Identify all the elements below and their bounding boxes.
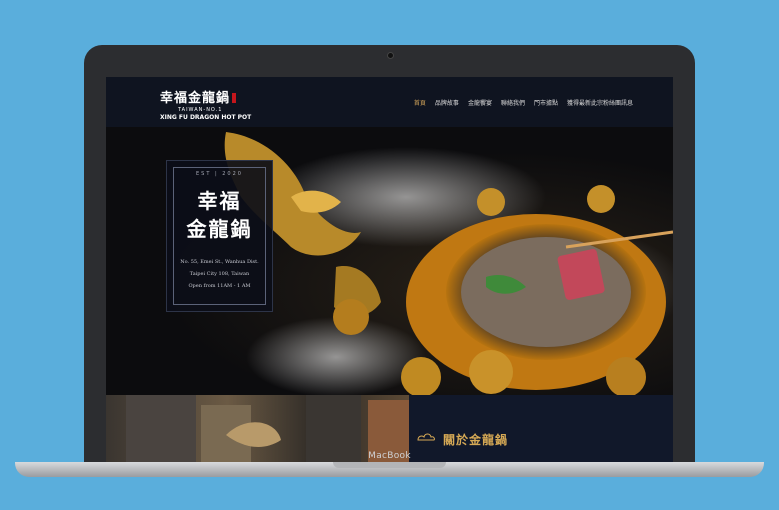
logo-chinese: 幸福金龍鍋 <box>160 91 231 106</box>
hero-banner: EST | 2020 幸福 金龍鍋 No. 55, Emei St., Wanh… <box>106 127 673 395</box>
laptop-base <box>15 462 764 477</box>
laptop-lid: 幸福金龍鍋 TAIWAN-NO.1 XING FU DRAGON HOT POT… <box>84 45 695 465</box>
about-heading: 關於金龍鍋 <box>443 433 509 447</box>
site-header: 幸福金龍鍋 TAIWAN-NO.1 XING FU DRAGON HOT POT… <box>106 77 673 127</box>
cloud-ornament-icon <box>417 433 435 441</box>
main-nav: 首頁 品牌故事 金龍饗宴 聯絡我們 門市據點 獲得最新此宗粉絲團訊息 <box>414 98 633 107</box>
hero-title-line2: 金龍鍋 <box>186 217 253 241</box>
nav-item-contact[interactable]: 聯絡我們 <box>501 98 525 107</box>
device-brand-label: MacBook <box>368 451 411 461</box>
logo-mark-icon <box>232 93 237 103</box>
logo-english: XING FU DRAGON HOT POT <box>160 114 252 121</box>
laptop-screen: 幸福金龍鍋 TAIWAN-NO.1 XING FU DRAGON HOT POT… <box>106 77 673 465</box>
opening-hours: Open from 11AM - 1 AM <box>188 283 251 289</box>
nav-item-brand-story[interactable]: 品牌故事 <box>435 98 459 107</box>
camera-icon <box>387 52 394 59</box>
established-label: EST | 2020 <box>196 171 243 177</box>
address-line1: No. 55, Emei St., Wanhua Dist. <box>180 259 259 265</box>
address-line2: Taipei City 108, Taiwan <box>189 271 250 277</box>
logo-tagline: TAIWAN-NO.1 <box>178 107 223 113</box>
nav-item-locations[interactable]: 門市據點 <box>534 98 558 107</box>
nav-item-feast[interactable]: 金龍饗宴 <box>468 98 492 107</box>
restaurant-info-card: EST | 2020 幸福 金龍鍋 No. 55, Emei St., Wanh… <box>166 160 273 312</box>
nav-item-home[interactable]: 首頁 <box>414 98 426 107</box>
site-logo[interactable]: 幸福金龍鍋 TAIWAN-NO.1 XING FU DRAGON HOT POT <box>160 87 251 121</box>
hero-title-line1: 幸福 <box>197 189 242 213</box>
laptop-notch <box>333 462 446 468</box>
nav-item-fanpage[interactable]: 獲得最新此宗粉絲團訊息 <box>567 98 633 107</box>
